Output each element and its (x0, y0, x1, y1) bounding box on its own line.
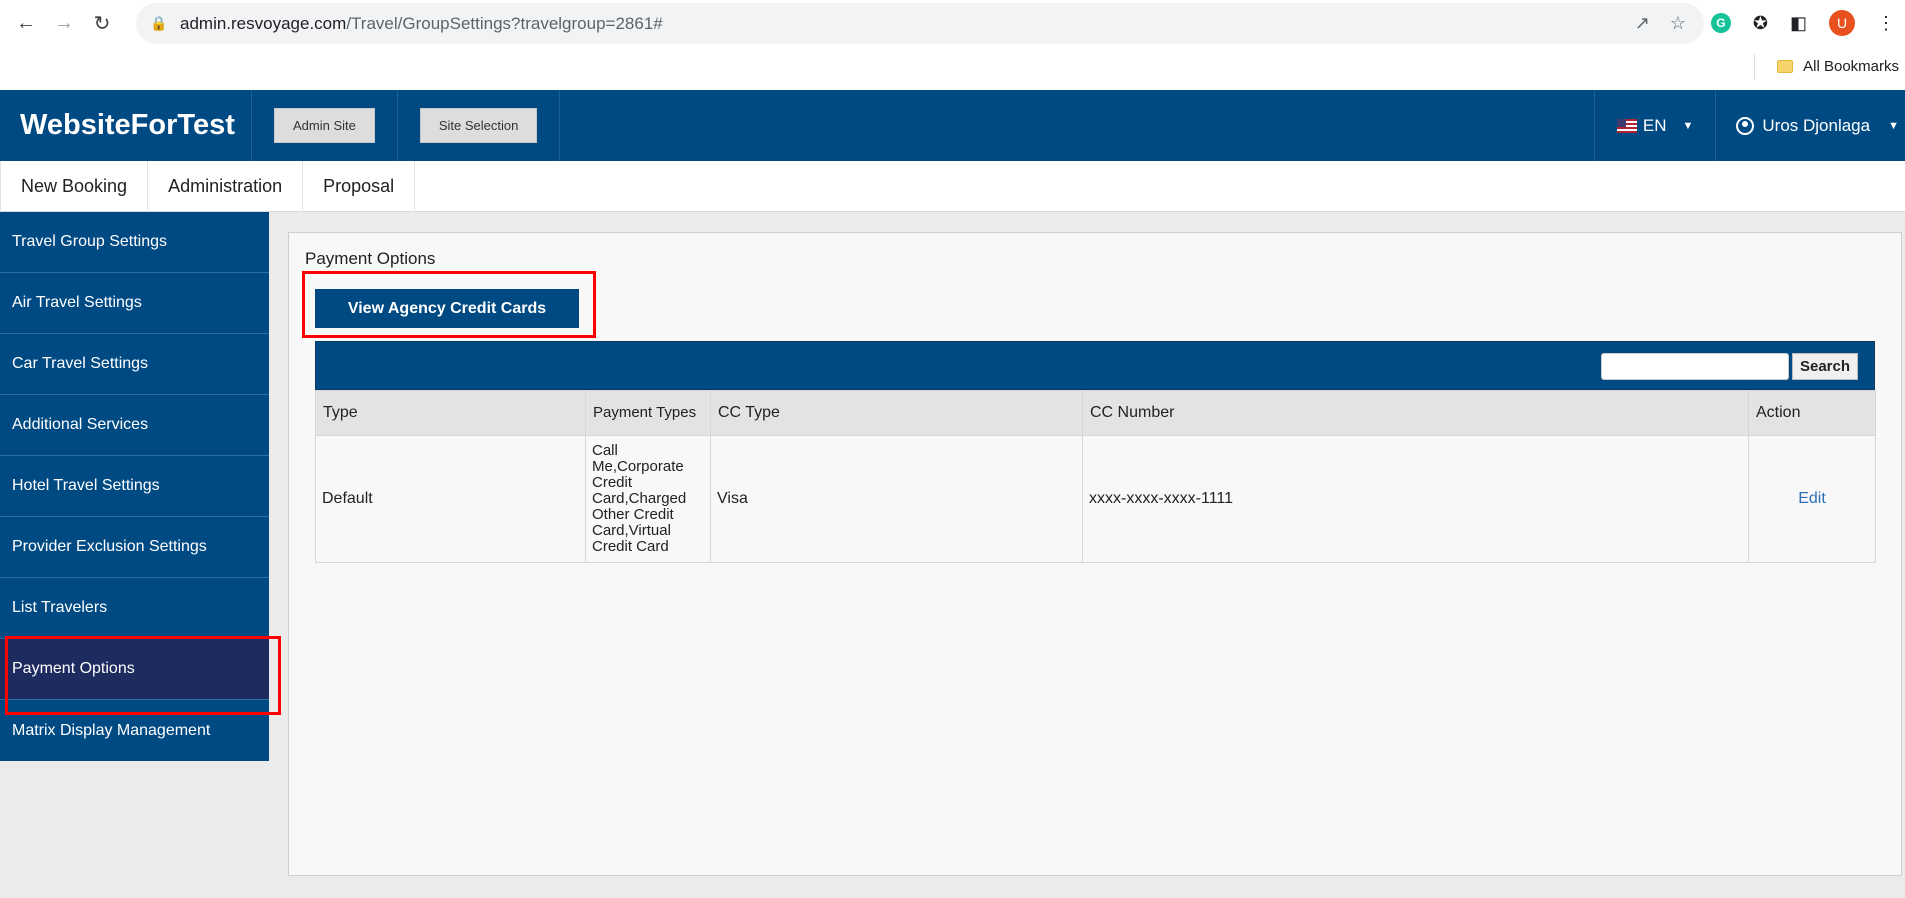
address-bar[interactable]: 🔒 admin.resvoyage.com/Travel/GroupSettin… (136, 3, 1704, 44)
share-icon[interactable]: ↗ (1635, 13, 1650, 34)
menu-new-booking[interactable]: New Booking (0, 161, 149, 212)
extensions-icon[interactable]: ✪ (1753, 13, 1768, 34)
url-path: /Travel/GroupSettings?travelgroup=2861# (346, 13, 663, 33)
table-header-row: Type Payment Types CC Type CC Number Act… (315, 390, 1876, 436)
lock-icon: 🔒 (150, 15, 168, 31)
profile-avatar[interactable]: U (1829, 10, 1855, 36)
forward-icon[interactable]: → (48, 7, 80, 39)
site-selection-button[interactable]: Site Selection (419, 108, 538, 143)
browser-toolbar: ← → ↻ 🔒 admin.resvoyage.com/Travel/Group… (0, 0, 1905, 46)
edit-link[interactable]: Edit (1798, 490, 1826, 507)
back-icon[interactable]: ← (10, 7, 42, 39)
cell-cc-type: Visa (710, 435, 1083, 563)
more-menu-icon[interactable]: ⋮ (1877, 13, 1895, 34)
page-title: Payment Options (305, 249, 436, 268)
brand-logo[interactable]: WebsiteForTest (0, 90, 252, 161)
sidebar-item-hotel-travel-settings[interactable]: Hotel Travel Settings (0, 456, 269, 517)
grammarly-icon[interactable]: G (1710, 13, 1731, 33)
sidebar-item-list-travelers[interactable]: List Travelers (0, 578, 269, 639)
admin-site-button[interactable]: Admin Site (274, 108, 375, 143)
view-agency-credit-cards-button[interactable]: View Agency Credit Cards (315, 289, 579, 328)
bookmarks-bar: All Bookmarks (0, 46, 1905, 90)
column-header-type[interactable]: Type (315, 390, 586, 436)
top-menu: New Booking Administration Proposal (0, 161, 1905, 212)
table-toolbar: Search (315, 341, 1875, 390)
column-header-action: Action (1748, 390, 1876, 436)
sidebar-item-car-travel-settings[interactable]: Car Travel Settings (0, 334, 269, 395)
menu-administration[interactable]: Administration (148, 161, 304, 212)
side-panel-icon[interactable]: ◧ (1790, 13, 1807, 34)
data-table: Type Payment Types CC Type CC Number Act… (315, 390, 1876, 563)
bookmark-divider (1754, 54, 1755, 80)
reload-icon[interactable]: ↻ (86, 7, 118, 39)
sidebar-item-additional-services[interactable]: Additional Services (0, 395, 269, 456)
user-name: Uros Djonlaga (1762, 115, 1871, 135)
chevron-down-icon: ▼ (1682, 119, 1694, 132)
cell-action: Edit (1748, 435, 1876, 563)
url-domain: admin.resvoyage.com (180, 13, 347, 33)
search-button[interactable]: Search (1792, 353, 1858, 380)
sidebar: Travel Group Settings Air Travel Setting… (0, 212, 269, 761)
folder-icon (1777, 60, 1794, 73)
user-icon (1736, 116, 1755, 135)
sidebar-item-air-travel-settings[interactable]: Air Travel Settings (0, 273, 269, 334)
table-row: Default Call Me,Corporate Credit Card,Ch… (315, 435, 1876, 563)
sidebar-item-provider-exclusion-settings[interactable]: Provider Exclusion Settings (0, 517, 269, 578)
sidebar-item-payment-options[interactable]: Payment Options (0, 639, 269, 700)
star-icon[interactable]: ☆ (1670, 13, 1686, 34)
column-header-cc-type[interactable]: CC Type (710, 390, 1083, 436)
body-area: Travel Group Settings Air Travel Setting… (0, 212, 1905, 898)
search-input[interactable] (1601, 353, 1789, 380)
all-bookmarks-label: All Bookmarks (1803, 58, 1899, 75)
column-header-payment-types[interactable]: Payment Types (585, 390, 711, 436)
cell-payment-types: Call Me,Corporate Credit Card,Charged Ot… (585, 435, 711, 563)
user-menu[interactable]: Uros Djonlaga ▼ (1716, 90, 1905, 161)
all-bookmarks[interactable]: All Bookmarks (1777, 58, 1899, 75)
sidebar-item-matrix-display-management[interactable]: Matrix Display Management (0, 700, 269, 761)
menu-proposal[interactable]: Proposal (303, 161, 416, 212)
us-flag-icon (1616, 118, 1637, 133)
cell-type: Default (315, 435, 586, 563)
language-label: EN (1642, 115, 1667, 135)
chevron-down-icon: ▼ (1888, 119, 1899, 132)
cell-cc-number: xxxx-xxxx-xxxx-1111 (1082, 435, 1749, 563)
language-selector[interactable]: EN ▼ (1593, 90, 1717, 161)
app-header: WebsiteForTest Admin Site Site Selection… (0, 90, 1905, 161)
column-header-cc-number[interactable]: CC Number (1082, 390, 1749, 436)
main-content: Payment Options View Agency Credit Cards… (288, 232, 1902, 876)
sidebar-item-travel-group-settings[interactable]: Travel Group Settings (0, 212, 269, 273)
payment-options-table: Search Type Payment Types CC Type CC Num… (315, 341, 1876, 563)
